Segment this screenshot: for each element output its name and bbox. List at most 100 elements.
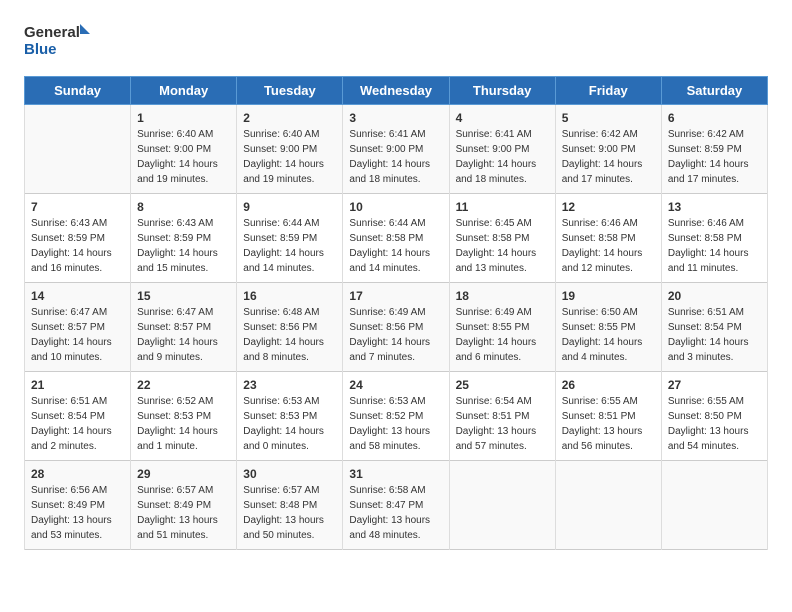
day-cell — [555, 461, 661, 550]
day-cell: 1 Sunrise: 6:40 AMSunset: 9:00 PMDaylight… — [131, 105, 237, 194]
day-cell: 10 Sunrise: 6:44 AMSunset: 8:58 PMDayligh… — [343, 194, 449, 283]
day-info: Sunrise: 6:46 AMSunset: 8:58 PMDaylight:… — [668, 216, 761, 276]
day-number: 23 — [243, 378, 336, 392]
day-cell: 13 Sunrise: 6:46 AMSunset: 8:58 PMDayligh… — [661, 194, 767, 283]
day-number: 7 — [31, 200, 124, 214]
day-info: Sunrise: 6:40 AMSunset: 9:00 PMDaylight:… — [137, 127, 230, 187]
day-cell — [449, 461, 555, 550]
day-info: Sunrise: 6:50 AMSunset: 8:55 PMDaylight:… — [562, 305, 655, 365]
day-cell: 23 Sunrise: 6:53 AMSunset: 8:53 PMDayligh… — [237, 372, 343, 461]
day-number: 8 — [137, 200, 230, 214]
day-cell: 30Sunrise: 6:57 AMSunset: 8:48 PMDayligh… — [237, 461, 343, 550]
day-info: Sunrise: 6:44 AMSunset: 8:58 PMDaylight:… — [349, 216, 442, 276]
day-info: Sunrise: 6:45 AMSunset: 8:58 PMDaylight:… — [456, 216, 549, 276]
header-monday: Monday — [131, 77, 237, 105]
day-number: 30 — [243, 467, 336, 481]
day-cell: 28 Sunrise: 6:56 AMSunset: 8:49 PMDayligh… — [25, 461, 131, 550]
day-cell: 6 Sunrise: 6:42 AMSunset: 8:59 PMDaylight… — [661, 105, 767, 194]
day-info: Sunrise: 6:41 AMSunset: 9:00 PMDaylight:… — [349, 127, 442, 187]
day-number: 10 — [349, 200, 442, 214]
day-number: 26 — [562, 378, 655, 392]
day-number: 22 — [137, 378, 230, 392]
day-info: Sunrise: 6:44 AMSunset: 8:59 PMDaylight:… — [243, 216, 336, 276]
day-info: Sunrise: 6:54 AMSunset: 8:51 PMDaylight:… — [456, 394, 549, 454]
day-info: Sunrise: 6:58 AMSunset: 8:47 PMDaylight:… — [349, 483, 442, 543]
week-row-4: 21 Sunrise: 6:51 AMSunset: 8:54 PMDayligh… — [25, 372, 768, 461]
day-info: Sunrise: 6:41 AMSunset: 9:00 PMDaylight:… — [456, 127, 549, 187]
day-cell: 9Sunrise: 6:44 AMSunset: 8:59 PMDaylight… — [237, 194, 343, 283]
day-info: Sunrise: 6:51 AMSunset: 8:54 PMDaylight:… — [31, 394, 124, 454]
calendar-body: 1 Sunrise: 6:40 AMSunset: 9:00 PMDaylight… — [25, 105, 768, 550]
day-number: 4 — [456, 111, 549, 125]
day-info: Sunrise: 6:52 AMSunset: 8:53 PMDaylight:… — [137, 394, 230, 454]
day-cell: 11 Sunrise: 6:45 AMSunset: 8:58 PMDayligh… — [449, 194, 555, 283]
day-cell — [661, 461, 767, 550]
day-number: 29 — [137, 467, 230, 481]
day-number: 15 — [137, 289, 230, 303]
day-number: 3 — [349, 111, 442, 125]
day-info: Sunrise: 6:49 AMSunset: 8:56 PMDaylight:… — [349, 305, 442, 365]
day-info: Sunrise: 6:49 AMSunset: 8:55 PMDaylight:… — [456, 305, 549, 365]
day-info: Sunrise: 6:43 AMSunset: 8:59 PMDaylight:… — [137, 216, 230, 276]
day-cell: 3 Sunrise: 6:41 AMSunset: 9:00 PMDaylight… — [343, 105, 449, 194]
day-cell: 31 Sunrise: 6:58 AMSunset: 8:47 PMDayligh… — [343, 461, 449, 550]
day-info: Sunrise: 6:57 AMSunset: 8:49 PMDaylight:… — [137, 483, 230, 543]
day-cell: 12Sunrise: 6:46 AMSunset: 8:58 PMDayligh… — [555, 194, 661, 283]
week-row-3: 14Sunrise: 6:47 AMSunset: 8:57 PMDayligh… — [25, 283, 768, 372]
day-number: 2 — [243, 111, 336, 125]
day-info: Sunrise: 6:55 AMSunset: 8:51 PMDaylight:… — [562, 394, 655, 454]
day-info: Sunrise: 6:51 AMSunset: 8:54 PMDaylight:… — [668, 305, 761, 365]
day-cell: 17 Sunrise: 6:49 AMSunset: 8:56 PMDayligh… — [343, 283, 449, 372]
day-number: 31 — [349, 467, 442, 481]
day-number: 1 — [137, 111, 230, 125]
day-number: 28 — [31, 467, 124, 481]
day-cell: 8 Sunrise: 6:43 AMSunset: 8:59 PMDaylight… — [131, 194, 237, 283]
day-info: Sunrise: 6:53 AMSunset: 8:52 PMDaylight:… — [349, 394, 442, 454]
svg-text:General: General — [24, 24, 80, 41]
day-number: 27 — [668, 378, 761, 392]
week-row-2: 7 Sunrise: 6:43 AMSunset: 8:59 PMDaylight… — [25, 194, 768, 283]
day-cell: 20 Sunrise: 6:51 AMSunset: 8:54 PMDayligh… — [661, 283, 767, 372]
day-cell: 21 Sunrise: 6:51 AMSunset: 8:54 PMDayligh… — [25, 372, 131, 461]
day-info: Sunrise: 6:46 AMSunset: 8:58 PMDaylight:… — [562, 216, 655, 276]
header-sunday: Sunday — [25, 77, 131, 105]
day-cell: 24 Sunrise: 6:53 AMSunset: 8:52 PMDayligh… — [343, 372, 449, 461]
header-row: SundayMondayTuesdayWednesdayThursdayFrid… — [25, 77, 768, 105]
day-number: 13 — [668, 200, 761, 214]
day-cell: 29 Sunrise: 6:57 AMSunset: 8:49 PMDayligh… — [131, 461, 237, 550]
day-info: Sunrise: 6:55 AMSunset: 8:50 PMDaylight:… — [668, 394, 761, 454]
header-tuesday: Tuesday — [237, 77, 343, 105]
svg-text:Blue: Blue — [24, 41, 57, 58]
day-cell: 25Sunrise: 6:54 AMSunset: 8:51 PMDayligh… — [449, 372, 555, 461]
day-cell: 15 Sunrise: 6:47 AMSunset: 8:57 PMDayligh… — [131, 283, 237, 372]
logo-icon: GeneralBlue — [24, 20, 94, 60]
header-thursday: Thursday — [449, 77, 555, 105]
day-info: Sunrise: 6:43 AMSunset: 8:59 PMDaylight:… — [31, 216, 124, 276]
day-cell: 18Sunrise: 6:49 AMSunset: 8:55 PMDayligh… — [449, 283, 555, 372]
day-number: 17 — [349, 289, 442, 303]
day-info: Sunrise: 6:42 AMSunset: 8:59 PMDaylight:… — [668, 127, 761, 187]
header-saturday: Saturday — [661, 77, 767, 105]
day-info: Sunrise: 6:48 AMSunset: 8:56 PMDaylight:… — [243, 305, 336, 365]
day-cell: 19 Sunrise: 6:50 AMSunset: 8:55 PMDayligh… — [555, 283, 661, 372]
day-cell — [25, 105, 131, 194]
day-cell: 22 Sunrise: 6:52 AMSunset: 8:53 PMDayligh… — [131, 372, 237, 461]
day-number: 20 — [668, 289, 761, 303]
day-info: Sunrise: 6:40 AMSunset: 9:00 PMDaylight:… — [243, 127, 336, 187]
day-number: 24 — [349, 378, 442, 392]
day-number: 19 — [562, 289, 655, 303]
day-info: Sunrise: 6:53 AMSunset: 8:53 PMDaylight:… — [243, 394, 336, 454]
day-cell: 2 Sunrise: 6:40 AMSunset: 9:00 PMDaylight… — [237, 105, 343, 194]
calendar-table: SundayMondayTuesdayWednesdayThursdayFrid… — [24, 76, 768, 550]
day-number: 21 — [31, 378, 124, 392]
day-number: 11 — [456, 200, 549, 214]
day-cell: 16Sunrise: 6:48 AMSunset: 8:56 PMDayligh… — [237, 283, 343, 372]
page-header: GeneralBlue — [24, 20, 768, 60]
day-number: 6 — [668, 111, 761, 125]
day-info: Sunrise: 6:56 AMSunset: 8:49 PMDaylight:… — [31, 483, 124, 543]
header-wednesday: Wednesday — [343, 77, 449, 105]
day-cell: 4 Sunrise: 6:41 AMSunset: 9:00 PMDaylight… — [449, 105, 555, 194]
day-cell: 7 Sunrise: 6:43 AMSunset: 8:59 PMDaylight… — [25, 194, 131, 283]
logo: GeneralBlue — [24, 20, 94, 60]
day-info: Sunrise: 6:47 AMSunset: 8:57 PMDaylight:… — [137, 305, 230, 365]
